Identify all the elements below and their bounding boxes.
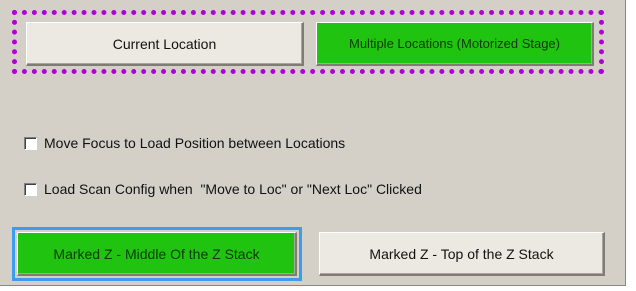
marked-z-middle-button[interactable]: Marked Z - Middle Of the Z Stack xyxy=(17,232,297,276)
load-scan-config-label: Load Scan Config when "Move to Loc" or "… xyxy=(44,181,422,197)
multiple-locations-button[interactable]: Multiple Locations (Motorized Stage) xyxy=(316,22,594,66)
move-focus-option[interactable]: Move Focus to Load Position between Loca… xyxy=(24,135,345,151)
current-location-button[interactable]: Current Location xyxy=(26,22,304,66)
load-scan-config-option[interactable]: Load Scan Config when "Move to Loc" or "… xyxy=(24,181,422,197)
move-focus-label: Move Focus to Load Position between Loca… xyxy=(44,135,346,151)
stage-settings-panel: Current Location Multiple Locations (Mot… xyxy=(0,0,626,286)
load-scan-config-checkbox[interactable] xyxy=(24,182,37,196)
marked-z-top-button[interactable]: Marked Z - Top of the Z Stack xyxy=(319,232,605,276)
move-focus-checkbox[interactable] xyxy=(24,136,37,150)
